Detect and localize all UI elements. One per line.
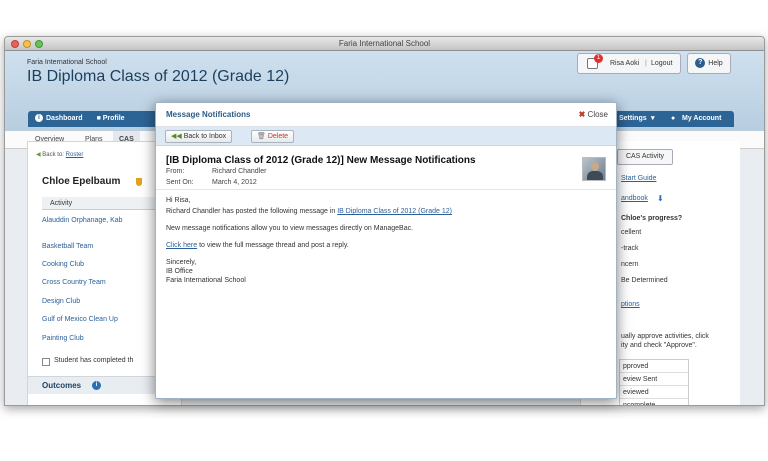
sender-avatar	[582, 157, 606, 181]
signature-line: Sincerely,	[166, 259, 197, 266]
nav-profile-label: Profile	[102, 115, 125, 122]
class-link[interactable]: IB Diploma Class of 2012 (Grade 12)	[337, 208, 452, 215]
divider	[156, 189, 616, 190]
logout-link[interactable]: Logout	[651, 54, 672, 73]
progress-option[interactable]: -track	[621, 245, 639, 252]
signature-line: Faria International School	[166, 277, 246, 284]
window-titlebar: Faria International School	[5, 37, 764, 51]
status-review-sent: eview Sent	[620, 373, 688, 386]
dialog-header: Message Notifications ✖ Close	[156, 103, 616, 127]
status-legend: pproved eview Sent eviewed ncomplete	[619, 359, 689, 406]
status-approved: pproved	[620, 360, 688, 373]
close-icon: ✖	[578, 110, 586, 119]
info-icon: i	[35, 114, 43, 123]
nav-my-account[interactable]: My Account	[682, 111, 721, 127]
back-arrow-icon: ◀	[36, 152, 41, 158]
nav-dashboard-label: Dashboard	[46, 115, 83, 122]
chevron-down-icon: ▾	[651, 115, 655, 122]
progress-option[interactable]: Be Determined	[621, 277, 668, 284]
back-to-inbox-button[interactable]: ◀◀ Back to Inbox	[165, 130, 233, 143]
back-row: ◀ Back to: Roster	[36, 151, 83, 158]
info-icon[interactable]: i	[92, 381, 101, 390]
delete-label: Delete	[267, 133, 289, 140]
user-box: 1 Risa Aoki | Logout	[577, 53, 681, 74]
progress-option[interactable]: ncern	[621, 261, 639, 268]
dialog-toolbar: ◀◀ Back to Inbox 🗑 Delete	[156, 127, 616, 146]
help-label: Help	[708, 60, 723, 67]
progress-question: Chloe's progress?	[621, 215, 683, 222]
student-name: Chloe Epelbaum	[42, 176, 121, 187]
user-name[interactable]: Risa Aoki	[610, 54, 639, 73]
dialog-title: Message Notifications	[166, 110, 251, 119]
approve-help-line: ity and check "Approve".	[621, 342, 697, 349]
window-title: Faria International School	[338, 39, 431, 48]
status-incomplete: ncomplete	[623, 402, 656, 406]
nav-settings[interactable]: Settings	[619, 111, 647, 127]
message-subject: [IB Diploma Class of 2012 (Grade 12)] Ne…	[166, 155, 476, 166]
back-to-inbox-label: Back to Inbox	[183, 133, 227, 140]
handbook-link[interactable]: andbook	[621, 195, 648, 202]
trash-icon: 🗑	[257, 133, 266, 140]
completed-label: Student has completed th	[54, 357, 134, 364]
approve-help-line: ually approve activities, click	[621, 333, 709, 340]
status-reviewed: eviewed	[620, 386, 688, 399]
from-value: Richard Chandler	[212, 168, 267, 175]
greeting: Hi Risa,	[166, 197, 191, 204]
back-arrow-icon: ◀◀	[171, 133, 182, 140]
message-notifications-dialog: Message Notifications ✖ Close ◀◀ Back to…	[155, 102, 617, 399]
download-icon: ⬇	[657, 194, 664, 203]
activity-item[interactable]: Alauddin Orphanage, Kab	[42, 217, 123, 224]
options-link[interactable]: ptions	[621, 301, 640, 308]
start-guide-link[interactable]: Start Guide	[621, 175, 656, 182]
activity-item[interactable]: Cross Country Team	[42, 279, 106, 286]
person-icon: ●	[671, 115, 676, 122]
trophy-icon	[136, 178, 142, 186]
body-line: Richard Chandler has posted the followin…	[166, 207, 452, 216]
nav-profile[interactable]: ■ Profile	[90, 111, 132, 127]
help-button[interactable]: ? Help	[687, 53, 731, 74]
body-line: New message notifications allow you to v…	[166, 225, 414, 232]
class-title: IB Diploma Class of 2012 (Grade 12)	[27, 68, 290, 85]
body-text: to view the full message thread and post…	[199, 242, 349, 249]
body-text: Richard Chandler has posted the followin…	[166, 208, 336, 215]
close-label: Close	[587, 110, 608, 119]
progress-option[interactable]: cellent	[621, 229, 641, 236]
activity-item[interactable]: Gulf of Mexico Clean Up	[42, 316, 118, 323]
delete-button[interactable]: 🗑 Delete	[251, 130, 295, 143]
completed-checkbox[interactable]	[42, 358, 50, 366]
sent-label: Sent On:	[166, 179, 194, 186]
school-name: Faria International School	[27, 59, 107, 66]
body-line: Click here to view the full message thre…	[166, 241, 452, 250]
approve-help-text: ually approve activities, click ity and …	[621, 332, 709, 350]
zoom-window-button[interactable]	[35, 40, 43, 48]
click-here-link[interactable]: Click here	[166, 242, 197, 249]
activity-item[interactable]: Painting Club	[42, 335, 84, 342]
outcomes-heading: Outcomes	[42, 381, 82, 390]
avatar-face	[591, 162, 599, 171]
nav-dashboard[interactable]: i Dashboard	[28, 111, 90, 127]
activity-item[interactable]: Design Club	[42, 298, 80, 305]
back-prefix: Back to:	[42, 152, 64, 158]
close-window-button[interactable]	[11, 40, 19, 48]
activity-item[interactable]: Cooking Club	[42, 261, 84, 268]
roster-link[interactable]: Roster	[66, 152, 84, 158]
from-label: From:	[166, 168, 185, 175]
signature-line: IB Office	[166, 268, 193, 275]
close-button[interactable]: ✖ Close	[579, 110, 608, 119]
add-cas-activity-button[interactable]: CAS Activity	[617, 149, 673, 165]
notification-count-badge: 1	[594, 54, 603, 63]
sent-value: March 4, 2012	[212, 179, 257, 186]
help-icon: ?	[695, 58, 706, 69]
separator: |	[645, 60, 647, 67]
activity-item[interactable]: Basketball Team	[42, 243, 93, 250]
minimize-window-button[interactable]	[23, 40, 31, 48]
avatar-body	[587, 171, 603, 180]
message-body: Hi Risa, Richard Chandler has posted the…	[166, 196, 452, 285]
